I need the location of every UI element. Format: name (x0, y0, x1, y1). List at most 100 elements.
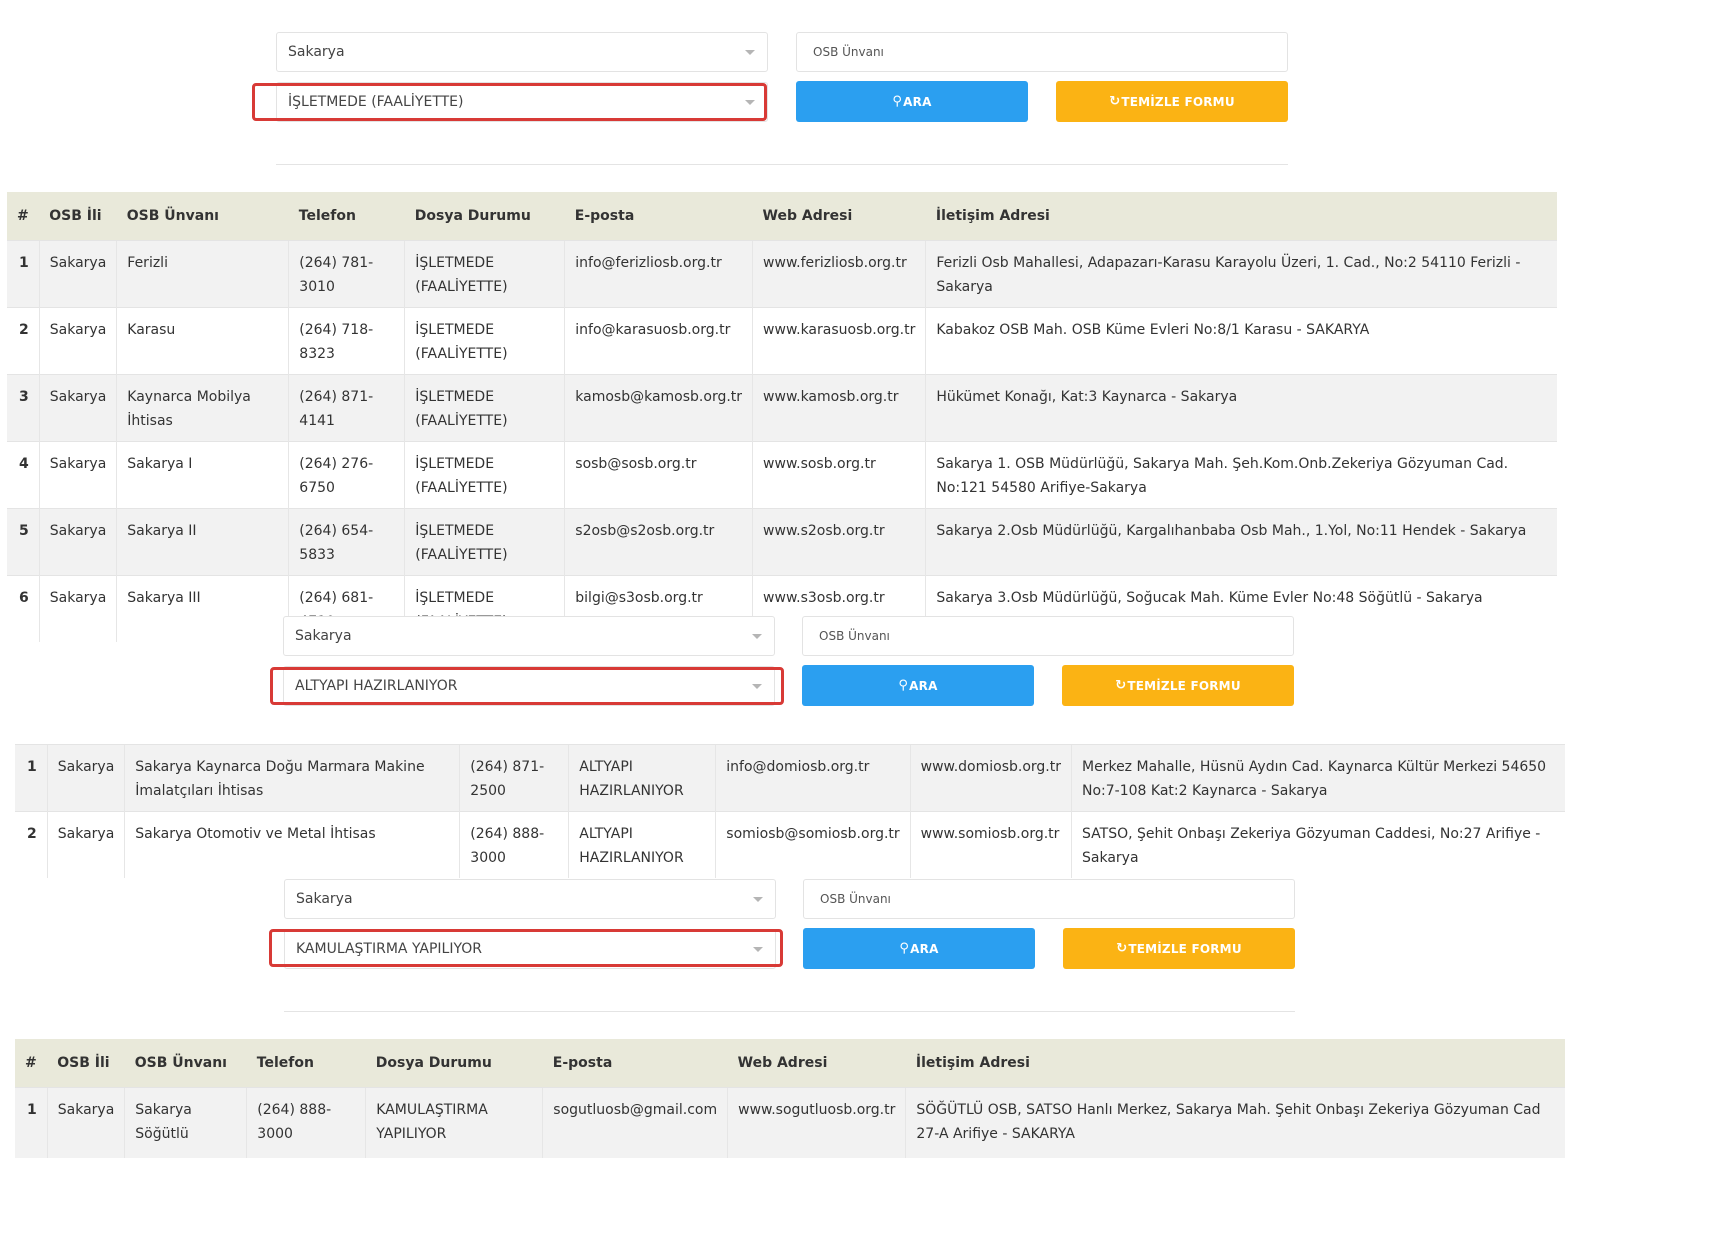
contact-address: SATSO, Şehit Onbaşı Zekeriya Gözyuman Ca… (1071, 811, 1565, 878)
osb-name-input[interactable]: OSB Ünvanı (796, 32, 1288, 72)
col-header: OSB İli (47, 1039, 125, 1088)
phone: (264) 276-6750 (288, 441, 405, 509)
osb-name: Sakarya III (116, 575, 289, 642)
col-header: Dosya Durumu (365, 1039, 543, 1088)
chevron-down-icon (752, 634, 762, 639)
web-address: www.ferizliosb.org.tr (752, 240, 926, 308)
results-table: # OSB İli OSB Ünvanı Telefon Dosya Durum… (7, 192, 1557, 642)
table-row: 1 Sakarya Sakarya Söğütlü (264) 888-3000 KAM… (15, 1087, 1565, 1158)
table-row: 2 Sakarya Karasu (264) 718-8323 İŞLETMEDE (F… (7, 307, 1557, 375)
table-row: 5 Sakarya Sakarya II (264) 654-5833 İŞLETMED… (7, 508, 1557, 576)
chevron-down-icon (753, 897, 763, 902)
osb-name: Sakarya Kaynarca Doğu Marmara Makine İma… (124, 744, 460, 812)
file-status: KAMULAŞTIRMA YAPILIYOR (365, 1087, 543, 1158)
row-number: 5 (7, 508, 40, 576)
web-address: www.karasuosb.org.tr (752, 307, 926, 375)
row-number: 6 (7, 575, 40, 642)
clear-form-button[interactable]: ↻ TEMİZLE FORMU (1063, 928, 1295, 969)
email: s2osb@s2osb.org.tr (564, 508, 753, 576)
results-table: # OSB İli OSB Ünvanı Telefon Dosya Durum… (15, 1039, 1565, 1158)
province-select-value: Sakarya (295, 628, 352, 644)
divider (276, 164, 1288, 165)
search-button[interactable]: ⚲ ARA (796, 81, 1028, 122)
osb-name: Sakarya Söğütlü (124, 1087, 247, 1158)
col-header: E-posta (542, 1039, 728, 1088)
table-header-row: # OSB İli OSB Ünvanı Telefon Dosya Durum… (7, 192, 1557, 241)
email: info@domiosb.org.tr (715, 744, 911, 812)
row-number: 1 (7, 240, 40, 308)
province-select[interactable]: Sakarya (283, 616, 775, 656)
col-header: # (15, 1039, 48, 1088)
file-status: İŞLETMEDE (FAALİYETTE) (404, 240, 565, 308)
file-status: ALTYAPI HAZIRLANIYOR (568, 811, 716, 878)
osb-name: Ferizli (116, 240, 289, 308)
contact-address: Sakarya 2.Osb Müdürlüğü, Kargalıhanbaba … (925, 508, 1557, 576)
osb-province: Sakarya (38, 508, 117, 576)
clear-form-button[interactable]: ↻ TEMİZLE FORMU (1056, 81, 1288, 122)
search-button-label: ARA (910, 941, 939, 956)
search-icon: ⚲ (892, 94, 903, 109)
search-icon: ⚲ (899, 941, 910, 956)
province-select[interactable]: Sakarya (276, 32, 768, 72)
contact-address: Ferizli Osb Mahallesi, Adapazarı-Karasu … (925, 240, 1557, 308)
phone: (264) 888-3000 (246, 1087, 366, 1158)
table-row: 2 Sakarya Sakarya Otomotiv ve Metal İhtisa… (15, 811, 1565, 878)
phone: (264) 654-5833 (288, 508, 405, 576)
province-select-value: Sakarya (296, 891, 353, 907)
col-header: E-posta (564, 192, 753, 241)
osb-name: Sakarya II (116, 508, 289, 576)
search-button-label: ARA (903, 94, 932, 109)
osb-name-input[interactable]: OSB Ünvanı (802, 616, 1294, 656)
table-row: 1 Sakarya Sakarya Kaynarca Doğu Marmara Ma… (15, 744, 1565, 812)
osb-province: Sakarya (38, 575, 117, 642)
divider (284, 1011, 1295, 1012)
osb-name: Sakarya I (116, 441, 289, 509)
web-address: www.kamosb.org.tr (752, 374, 926, 442)
email: info@ferizliosb.org.tr (564, 240, 753, 308)
osb-province: Sakarya (46, 811, 125, 878)
table-header-row: # OSB İli OSB Ünvanı Telefon Dosya Durum… (15, 1039, 1565, 1088)
osb-province: Sakarya (38, 441, 117, 509)
osb-province: Sakarya (46, 744, 125, 812)
table-row: 4 Sakarya Sakarya I (264) 276-6750 İŞLETMEDE… (7, 441, 1557, 509)
file-status: İŞLETMEDE (FAALİYETTE) (404, 441, 565, 509)
highlight-box (270, 667, 784, 705)
osb-name: Sakarya Otomotiv ve Metal İhtisas (124, 811, 460, 878)
col-header: Web Adresi (752, 192, 926, 241)
row-number: 4 (7, 441, 40, 509)
web-address: www.sosb.org.tr (752, 441, 926, 509)
osb-name-placeholder: OSB Ünvanı (819, 629, 890, 643)
contact-address: Hükümet Konağı, Kat:3 Kaynarca - Sakarya (925, 374, 1557, 442)
clear-form-button[interactable]: ↻ TEMİZLE FORMU (1062, 665, 1294, 706)
col-header: Dosya Durumu (404, 192, 565, 241)
contact-address: Kabakoz OSB Mah. OSB Küme Evleri No:8/1 … (925, 307, 1557, 375)
row-number: 3 (7, 374, 40, 442)
highlight-box (252, 83, 767, 121)
col-header: Telefon (246, 1039, 366, 1088)
search-button[interactable]: ⚲ ARA (802, 665, 1034, 706)
file-status: İŞLETMEDE (FAALİYETTE) (404, 374, 565, 442)
province-select-value: Sakarya (288, 44, 345, 60)
osb-name-input[interactable]: OSB Ünvanı (803, 879, 1295, 919)
phone: (264) 871-2500 (459, 744, 569, 812)
chevron-down-icon (745, 50, 755, 55)
refresh-icon: ↻ (1109, 94, 1121, 109)
col-header: İletişim Adresi (925, 192, 1557, 241)
osb-province: Sakarya (38, 307, 117, 375)
osb-province: Sakarya (38, 374, 117, 442)
province-select[interactable]: Sakarya (284, 879, 776, 919)
refresh-icon: ↻ (1115, 678, 1127, 693)
osb-name-placeholder: OSB Ünvanı (820, 892, 891, 906)
osb-province: Sakarya (46, 1087, 125, 1158)
search-button[interactable]: ⚲ ARA (803, 928, 1035, 969)
row-number: 1 (15, 744, 48, 812)
contact-address: SÖĞÜTLÜ OSB, SATSO Hanlı Merkez, Sakarya… (905, 1087, 1565, 1158)
search-button-label: ARA (909, 678, 938, 693)
email: sogutluosb@gmail.com (542, 1087, 728, 1158)
file-status: ALTYAPI HAZIRLANIYOR (568, 744, 716, 812)
phone: (264) 718-8323 (288, 307, 405, 375)
table-row: 1 Sakarya Ferizli (264) 781-3010 İŞLETMEDE (… (7, 240, 1557, 308)
email: somiosb@somiosb.org.tr (715, 811, 911, 878)
clear-button-label: TEMİZLE FORMU (1127, 678, 1241, 693)
contact-address: Merkez Mahalle, Hüsnü Aydın Cad. Kaynarc… (1071, 744, 1565, 812)
